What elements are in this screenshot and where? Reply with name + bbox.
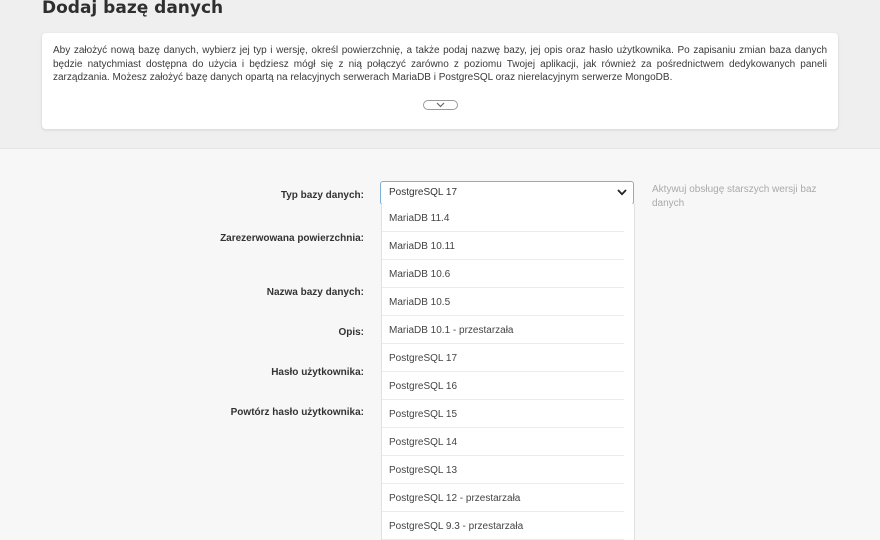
info-text: Aby założyć nową bazę danych, wybierz je…: [53, 45, 827, 83]
page-header-area: Dodaj bazę danych Aby założyć nową bazę …: [0, 0, 880, 149]
description-label: Opis:: [338, 327, 364, 338]
db-type-option[interactable]: PostgreSQL 13: [382, 456, 624, 484]
page-title: Dodaj bazę danych: [42, 0, 224, 18]
db-type-dropdown: MariaDB 11.4 MariaDB 10.11 MariaDB 10.6 …: [381, 204, 635, 540]
db-type-option[interactable]: MariaDB 10.6: [382, 260, 624, 288]
legacy-versions-hint: Aktywuj obsługę starszych wersji baz dan…: [652, 184, 817, 209]
db-type-option[interactable]: PostgreSQL 15: [382, 400, 624, 428]
db-type-option[interactable]: MariaDB 10.11: [382, 232, 624, 260]
db-type-option[interactable]: PostgreSQL 17: [382, 344, 624, 372]
db-type-option[interactable]: PostgreSQL 16: [382, 372, 624, 400]
chevron-down-icon: [436, 102, 445, 108]
db-type-select[interactable]: PostgreSQL 17: [380, 181, 634, 205]
expand-info-button[interactable]: [423, 100, 458, 110]
user-password-label: Hasło użytkownika:: [271, 367, 364, 378]
chevron-down-icon: [617, 189, 627, 196]
db-name-label: Nazwa bazy danych:: [266, 287, 364, 298]
db-type-option[interactable]: PostgreSQL 14: [382, 428, 624, 456]
info-panel: Aby założyć nową bazę danych, wybierz je…: [42, 33, 838, 129]
db-type-option[interactable]: MariaDB 10.5: [382, 288, 624, 316]
db-type-label: Typ bazy danych:: [280, 190, 364, 201]
repeat-password-label: Powtórz hasło użytkownika:: [230, 407, 364, 418]
db-type-option[interactable]: PostgreSQL 9.3 - przestarzała: [382, 512, 624, 540]
db-type-option[interactable]: PostgreSQL 12 - przestarzała: [382, 484, 624, 512]
db-type-option[interactable]: MariaDB 10.1 - przestarzała: [382, 316, 624, 344]
db-type-selected-value: PostgreSQL 17: [389, 187, 458, 198]
reserved-space-label: Zarezerwowana powierzchnia:: [220, 233, 364, 244]
db-type-option[interactable]: MariaDB 11.4: [382, 204, 624, 232]
